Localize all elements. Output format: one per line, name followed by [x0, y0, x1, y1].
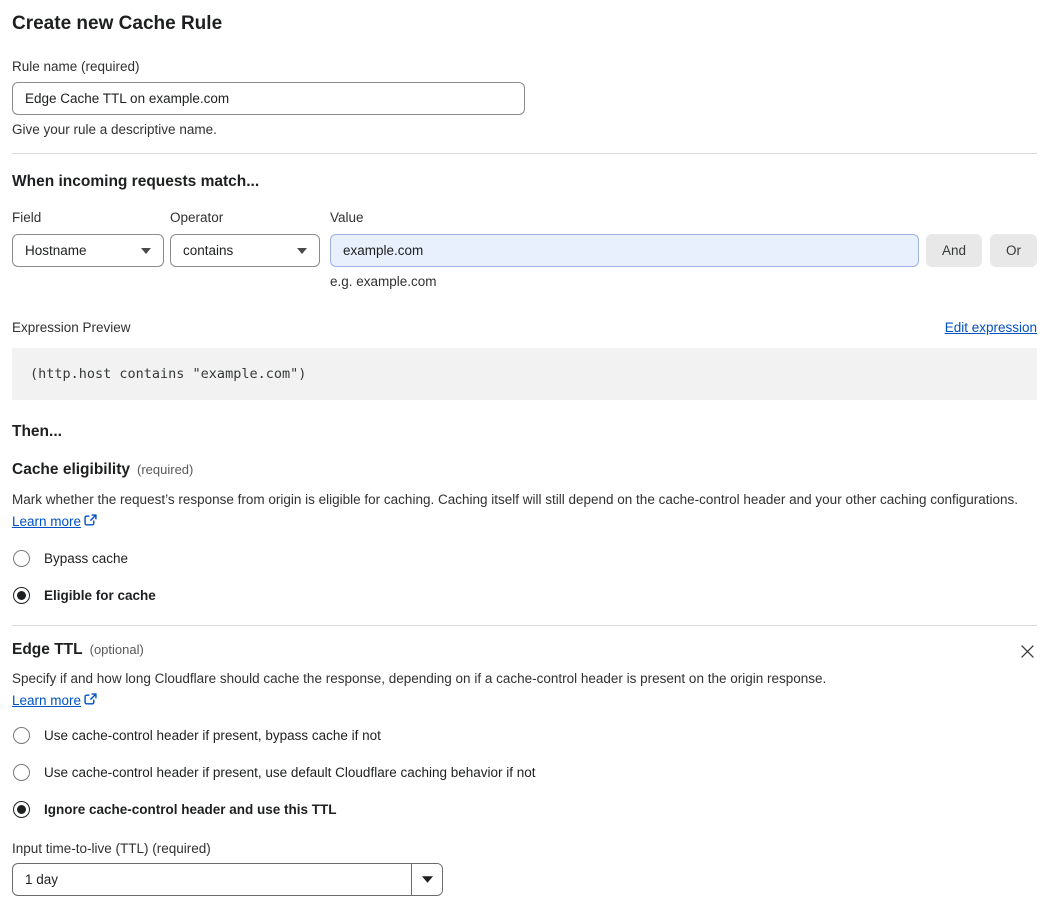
rule-name-help: Give your rule a descriptive name.	[12, 122, 217, 137]
expression-code: (http.host contains "example.com")	[30, 366, 307, 382]
radio-dot	[17, 591, 26, 600]
ttl-label: Input time-to-live (TTL) (required)	[12, 841, 211, 856]
expression-preview-row: Expression Preview Edit expression	[12, 319, 1037, 336]
cache-eligibility-title: Cache eligibility	[12, 461, 131, 478]
edge-ttl-description-text: Specify if and how long Cloudflare shoul…	[12, 671, 827, 686]
match-section-heading: When incoming requests match...	[12, 173, 260, 190]
value-label: Value	[330, 210, 364, 225]
section-divider	[12, 153, 1037, 154]
page-title: Create new Cache Rule	[12, 13, 223, 34]
field-column: Field Hostname	[12, 209, 164, 267]
radio-dot	[17, 805, 26, 814]
ttl-select[interactable]: 1 day	[12, 863, 443, 896]
radio-button-icon[interactable]	[13, 764, 30, 781]
radio-option-label: Ignore cache-control header and use this…	[44, 802, 337, 817]
cache-eligibility-description-text: Mark whether the request’s response from…	[12, 492, 1019, 507]
and-button[interactable]: And	[925, 234, 982, 267]
external-link-icon	[84, 692, 97, 709]
edge-ttl-description: Specify if and how long Cloudflare shoul…	[12, 668, 848, 712]
radio-option-label: Use cache-control header if present, byp…	[44, 728, 381, 743]
edge-ttl-optional-tag: (optional)	[89, 642, 144, 657]
value-input[interactable]	[330, 234, 919, 267]
radio-option-use-header-default[interactable]: Use cache-control header if present, use…	[13, 764, 1037, 781]
cache-eligibility-description: Mark whether the request’s response from…	[12, 489, 1024, 533]
section-divider	[12, 625, 1037, 626]
cache-eligibility-options: Bypass cache Eligible for cache	[12, 550, 1037, 604]
cache-eligibility-header: Cache eligibility (required)	[12, 460, 1037, 480]
operator-label: Operator	[170, 210, 224, 225]
field-select[interactable]: Hostname	[12, 234, 164, 267]
field-select-value: Hostname	[25, 243, 87, 258]
connector-buttons: And Or	[925, 234, 1037, 267]
create-cache-rule-form: Create new Cache Rule Rule name (require…	[0, 0, 1058, 896]
chevron-down-icon[interactable]	[411, 864, 442, 895]
edge-ttl-learn-more-link[interactable]: Learn more	[12, 693, 81, 708]
then-heading: Then...	[12, 423, 62, 440]
radio-button-icon[interactable]	[13, 550, 30, 567]
cache-eligibility-learn-more-link[interactable]: Learn more	[12, 514, 81, 529]
operator-select-value: contains	[183, 243, 234, 258]
rule-name-input[interactable]	[12, 82, 525, 115]
close-icon[interactable]	[1018, 642, 1037, 661]
radio-option-label: Bypass cache	[44, 551, 129, 566]
external-link-icon	[84, 513, 97, 530]
cache-eligibility-required-tag: (required)	[137, 462, 194, 477]
edge-ttl-header: Edge TTL (optional)	[12, 640, 1037, 661]
radio-option-eligible-for-cache[interactable]: Eligible for cache	[13, 587, 1037, 604]
edge-ttl-title: Edge TTL	[12, 641, 83, 658]
value-help: e.g. example.com	[330, 274, 437, 289]
radio-button-icon[interactable]	[13, 587, 30, 604]
expression-code-block: (http.host contains "example.com")	[12, 348, 1037, 400]
edit-expression-link[interactable]: Edit expression	[945, 320, 1037, 335]
field-label: Field	[12, 210, 42, 225]
edge-ttl-options: Use cache-control header if present, byp…	[12, 727, 1037, 818]
radio-option-bypass-cache[interactable]: Bypass cache	[13, 550, 1037, 567]
radio-option-ignore-header-use-ttl[interactable]: Ignore cache-control header and use this…	[13, 801, 1037, 818]
radio-button-icon[interactable]	[13, 801, 30, 818]
match-condition-row: Field Hostname Operator contains Value e…	[12, 209, 1037, 290]
value-column: Value e.g. example.com	[330, 209, 919, 290]
operator-select[interactable]: contains	[170, 234, 320, 267]
radio-option-use-header-bypass[interactable]: Use cache-control header if present, byp…	[13, 727, 1037, 744]
ttl-select-value: 1 day	[25, 872, 59, 887]
operator-column: Operator contains	[170, 209, 320, 267]
expression-preview-label: Expression Preview	[12, 320, 131, 335]
rule-name-label: Rule name (required)	[12, 59, 140, 74]
radio-button-icon[interactable]	[13, 727, 30, 744]
chevron-down-icon	[141, 247, 151, 254]
radio-option-label: Eligible for cache	[44, 588, 156, 603]
radio-option-label: Use cache-control header if present, use…	[44, 765, 536, 780]
or-button[interactable]: Or	[990, 234, 1037, 267]
chevron-down-icon	[297, 247, 307, 254]
